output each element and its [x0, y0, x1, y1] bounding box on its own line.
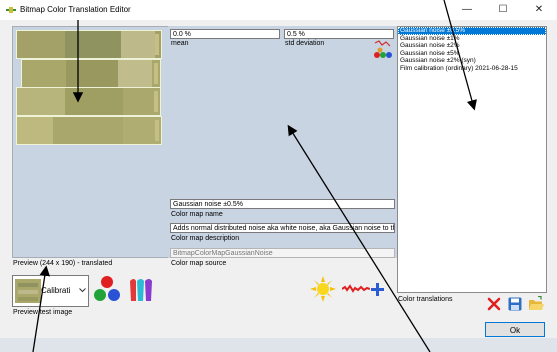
annotation-arrows — [32, 0, 477, 352]
